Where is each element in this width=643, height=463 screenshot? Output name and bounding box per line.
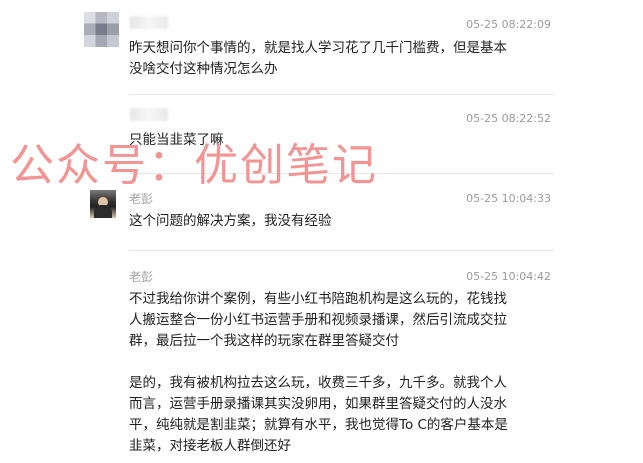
message-text-4: 不过我给你讲个案例，有些小红书陪跑机构是这么玩的，花钱找 人搬运整合一份小红书运… (129, 291, 508, 454)
sender-name-4: 老彭 (129, 270, 154, 284)
sender-avatar-1[interactable] (84, 12, 119, 47)
sender-avatar-3[interactable] (90, 190, 116, 218)
chat-window: 05-25 08:22:09 昨天想问你个事情的，就是找人学习花了几千门槛费，但… (0, 0, 643, 463)
message-divider (129, 94, 554, 95)
sender-name-2-redacted (130, 108, 168, 121)
watermark: 公众号：优创笔记 (10, 140, 378, 191)
message-divider (129, 250, 554, 251)
message-time-3: 05-25 10:04:33 (466, 192, 551, 205)
sender-name-1-redacted (130, 16, 168, 29)
message-text-1: 昨天想问你个事情的，就是找人学习花了几千门槛费，但是基本 没啥交付这种情况怎么办 (129, 40, 507, 77)
message-time-2: 05-25 08:22:52 (466, 112, 551, 125)
sender-name-3: 老彭 (129, 192, 154, 206)
message-text-3: 这个问题的解决方案，我没有经验 (129, 213, 332, 229)
message-time-4: 05-25 10:04:42 (466, 270, 551, 283)
message-time-1: 05-25 08:22:09 (466, 18, 551, 31)
